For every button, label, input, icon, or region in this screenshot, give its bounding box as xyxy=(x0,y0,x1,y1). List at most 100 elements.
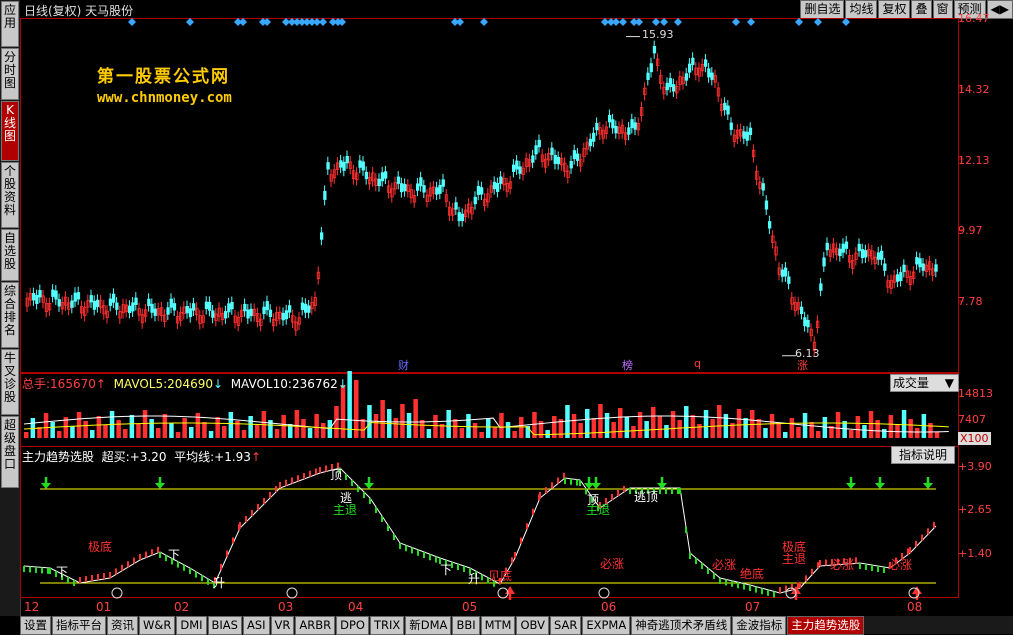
candle-body xyxy=(761,183,765,191)
candle-body xyxy=(748,127,753,136)
bottom-tab-5[interactable]: BIAS xyxy=(207,616,242,635)
nav-tab-ranking[interactable]: 综合排名 xyxy=(1,282,19,348)
price-axis-label: 16.47 xyxy=(958,12,990,25)
bottom-tab-6[interactable]: ASI xyxy=(242,616,270,635)
bottom-tab-11[interactable]: 新DMA xyxy=(405,616,452,635)
candle-body xyxy=(323,190,327,200)
chart-canvas[interactable] xyxy=(20,18,1013,616)
time-axis-label: 05 xyxy=(462,600,478,614)
candle-body xyxy=(454,202,458,210)
volume-bar xyxy=(618,408,623,438)
candle-body xyxy=(857,243,861,252)
bottom-tab-1[interactable]: 指标平台 xyxy=(52,616,106,635)
event-mark[interactable]: 财 xyxy=(398,357,409,373)
bottom-circle-icon xyxy=(286,587,298,599)
volume-bar xyxy=(809,422,814,438)
candle-body xyxy=(73,292,77,302)
price-axis-label: 7.78 xyxy=(958,295,983,308)
volume-bar xyxy=(156,428,161,438)
volume-bar xyxy=(710,419,715,438)
volume-bar xyxy=(294,410,300,438)
indicator-dropdown[interactable]: 成交量 ▼ xyxy=(890,374,959,392)
event-mark[interactable]: 涨 xyxy=(797,357,808,373)
nav-tab-profile[interactable]: 个股资料 xyxy=(1,162,19,228)
bottom-tab-9[interactable]: DPO xyxy=(336,616,369,635)
volume-bar xyxy=(314,414,319,438)
bottom-tab-19[interactable]: 主力趋势选股 xyxy=(787,616,865,635)
bottom-tab-16[interactable]: EXPMA xyxy=(582,616,631,635)
nav-tab-watchlist[interactable]: 自选股 xyxy=(1,229,19,281)
nav-tab-diagnose[interactable]: 牛叉诊股 xyxy=(1,349,19,415)
price-axis-label: 12.13 xyxy=(958,154,990,167)
dropdown-value: 成交量 xyxy=(893,376,930,390)
candle-body xyxy=(896,274,900,282)
volume-bar xyxy=(717,405,722,438)
sell-arrow-icon xyxy=(591,483,601,489)
candle-body xyxy=(153,308,157,316)
ma5-label: MAVOL5: xyxy=(113,377,168,391)
candle-body xyxy=(57,299,61,307)
candle-body xyxy=(326,162,330,170)
volume-bar xyxy=(70,426,75,438)
candle-body xyxy=(780,269,785,277)
bottom-tab-0[interactable]: 设置 xyxy=(20,616,51,635)
bottom-tab-12[interactable]: BBI xyxy=(452,616,480,635)
average-label: 平均线: xyxy=(174,450,215,464)
candle-body xyxy=(128,305,132,314)
restore-rights-button[interactable]: 复权 xyxy=(878,0,911,19)
up-arrow-icon: ↑ xyxy=(95,377,106,391)
moving-average-button[interactable]: 均线 xyxy=(845,0,878,19)
event-mark[interactable]: 榜 xyxy=(622,357,633,373)
nav-tab-timeshare[interactable]: 分时图 xyxy=(1,48,19,100)
bottom-tab-13[interactable]: MTM xyxy=(480,616,516,635)
candle-body xyxy=(403,183,407,192)
scroll-arrows-icon[interactable]: ◀▶ xyxy=(986,0,1013,19)
candle-body xyxy=(54,290,58,300)
candle-body xyxy=(537,139,541,148)
down-arrow-icon: ↓ xyxy=(337,377,348,391)
candle-body xyxy=(684,73,689,81)
remove-watchlist-button[interactable]: 删自选 xyxy=(800,0,845,19)
candle-body xyxy=(611,119,615,129)
volume-bar xyxy=(664,425,669,438)
candle-body xyxy=(672,84,676,92)
signal-label: 见底 xyxy=(488,569,513,583)
watermark-url: www.chnmoney.com xyxy=(97,90,232,106)
nav-tab-kline[interactable]: K线图 xyxy=(1,101,19,161)
marker-diamond xyxy=(619,18,627,26)
candle-body xyxy=(595,122,599,131)
candle-body xyxy=(633,122,637,130)
volume-bar xyxy=(578,423,583,438)
top-bar: 日线(复权) 天马股份 删自选 均线 复权 叠 窗 预测 ◀▶ xyxy=(20,0,1013,19)
bottom-tab-4[interactable]: DMI xyxy=(176,616,207,635)
ma10-label: MAVOL10: xyxy=(230,377,292,391)
indicator-help-button[interactable]: 指标说明 xyxy=(891,446,955,464)
candle-body xyxy=(742,131,746,139)
candle-body xyxy=(35,295,39,304)
candle-body xyxy=(806,319,810,328)
indicator-axis-label: +2.65 xyxy=(958,503,992,516)
bottom-tab-3[interactable]: W&R xyxy=(139,616,176,635)
candle-body xyxy=(838,248,842,257)
bottom-tab-10[interactable]: TRIX xyxy=(369,616,405,635)
bottom-tab-8[interactable]: ARBR xyxy=(295,616,336,635)
candle-body xyxy=(787,276,791,284)
bottom-tab-7[interactable]: VR xyxy=(270,616,295,635)
volume-bar xyxy=(169,423,174,438)
marker-diamond xyxy=(263,18,271,26)
bottom-tab-14[interactable]: OBV xyxy=(516,616,549,635)
volume-bar xyxy=(519,417,524,438)
bottom-tab-18[interactable]: 金波指标 xyxy=(732,616,787,635)
bottom-tab-15[interactable]: SAR xyxy=(549,616,582,635)
event-mark[interactable]: q xyxy=(694,357,701,370)
time-axis-label: 01 xyxy=(96,600,112,614)
bottom-tab-2[interactable]: 资讯 xyxy=(107,616,138,635)
overlay-button[interactable]: 叠 xyxy=(911,0,932,19)
nav-tab-super-quote[interactable]: 超级盘口 xyxy=(1,416,19,488)
nav-tab-app[interactable]: 应用 xyxy=(1,1,19,47)
candle-body xyxy=(646,72,650,80)
window-button[interactable]: 窗 xyxy=(932,0,953,19)
signal-label: 升 xyxy=(468,572,481,586)
bottom-tab-17[interactable]: 神奇逃顶术矛盾线 xyxy=(631,616,732,635)
candle-body xyxy=(608,115,612,123)
